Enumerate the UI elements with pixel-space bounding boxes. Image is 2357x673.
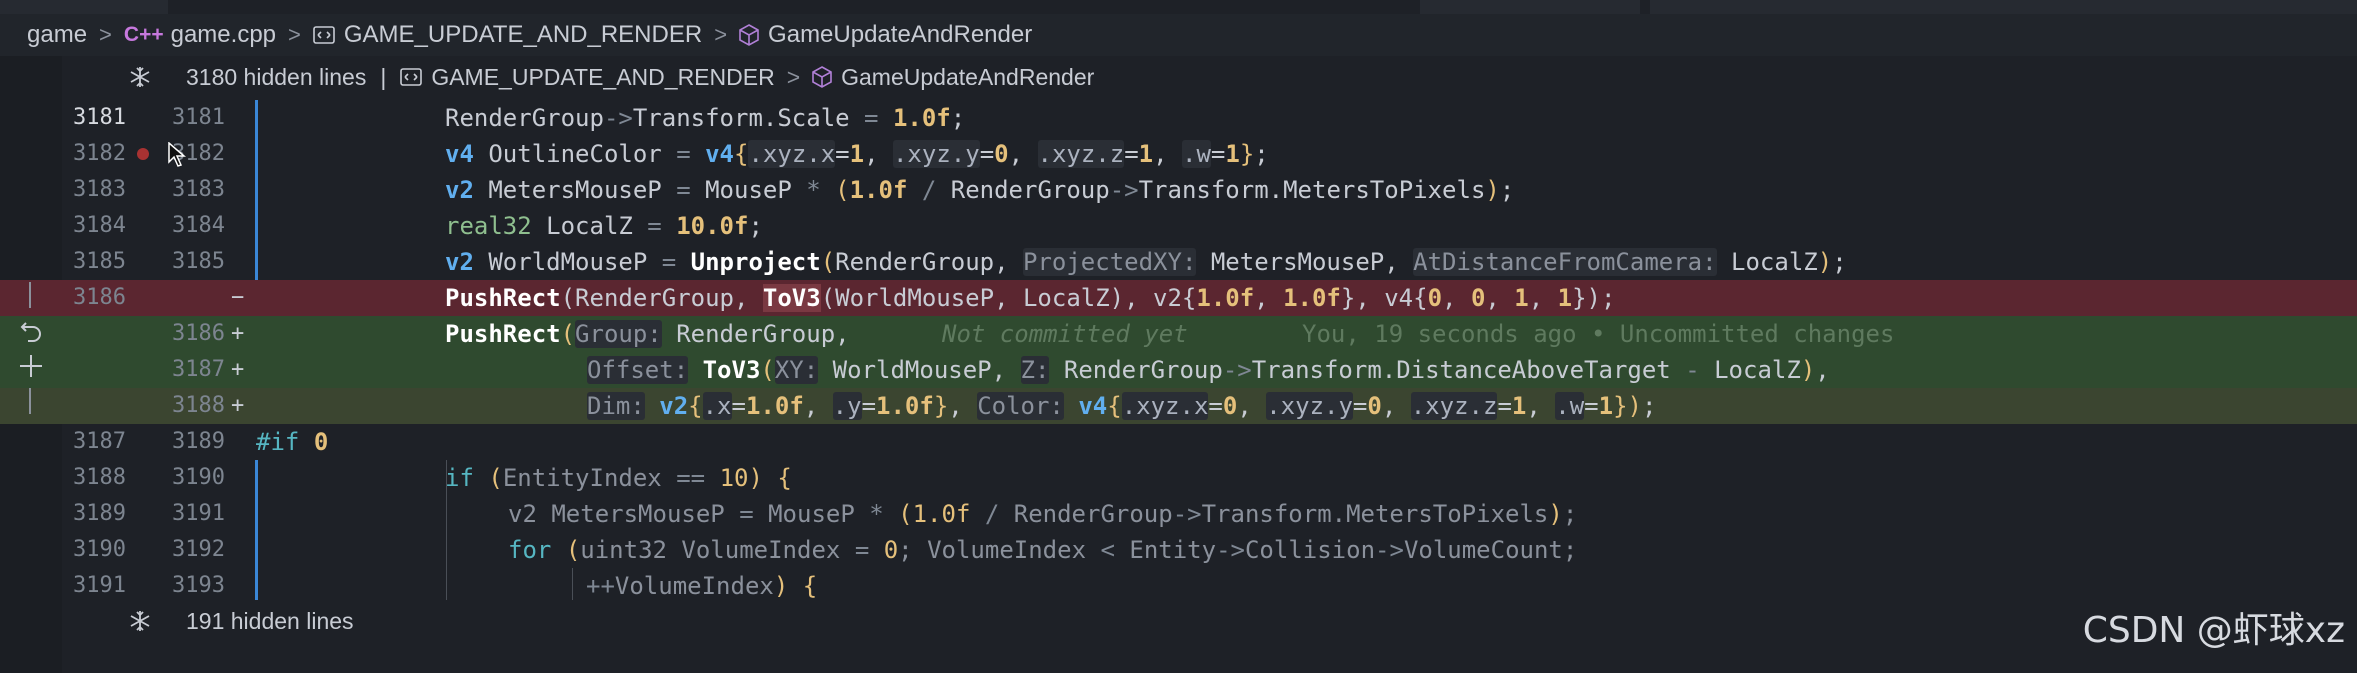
diff-marker: + bbox=[231, 357, 245, 382]
stage-icon[interactable] bbox=[17, 352, 45, 380]
code-line[interactable]: 3185 3185 v2 WorldMouseP = Unproject(Ren… bbox=[0, 244, 2357, 280]
code-line[interactable]: 3181 3181 RenderGroup->Transform.Scale =… bbox=[0, 100, 2357, 136]
breadcrumb-folder[interactable]: game bbox=[27, 21, 87, 49]
chevron-right-icon: > bbox=[786, 63, 801, 90]
line-number-modified: 3186 bbox=[172, 321, 225, 346]
hidden-crumb-function[interactable]: GameUpdateAndRender bbox=[841, 64, 1094, 91]
watermark: CSDN @虾球xz bbox=[2082, 610, 2345, 651]
tab-bar-remnant bbox=[0, 0, 2357, 14]
hidden-lines-top[interactable]: 3180 hidden lines | GAME_UPDATE_AND_REND… bbox=[128, 57, 1094, 97]
revert-icon[interactable] bbox=[18, 318, 44, 344]
line-number-modified: 3188 bbox=[172, 393, 225, 418]
code-line-added[interactable]: 3188 + Dim: v2{.x=1.0f, .y=1.0f}, Color:… bbox=[0, 388, 2357, 424]
code-line[interactable]: 3189 3191 v2 MetersMouseP = MouseP * (1.… bbox=[0, 496, 2357, 532]
diff-marker: + bbox=[231, 321, 245, 346]
divider: | bbox=[380, 63, 387, 90]
code-line[interactable]: 3187 3189 #if 0 bbox=[0, 424, 2357, 460]
divider bbox=[29, 388, 31, 414]
fold-icon[interactable] bbox=[128, 609, 152, 633]
tab-edge[interactable] bbox=[0, 0, 168, 14]
line-number-original: 3182 bbox=[73, 141, 126, 166]
line-number-modified: 3187 bbox=[172, 357, 225, 382]
code-text: Dim: v2{.x=1.0f, .y=1.0f}, Color: v4{.xy… bbox=[587, 392, 1657, 420]
line-number-modified: 3185 bbox=[172, 249, 225, 274]
line-number-original: 3191 bbox=[73, 573, 126, 598]
line-number-original bbox=[62, 352, 126, 388]
chevron-right-icon: > bbox=[99, 22, 112, 47]
symbol-namespace-icon bbox=[400, 68, 423, 86]
line-number-original bbox=[62, 388, 126, 424]
code-text: ++VolumeIndex) { bbox=[586, 572, 818, 600]
chevron-right-icon: > bbox=[288, 22, 301, 47]
hidden-lines-count: 191 hidden lines bbox=[186, 607, 354, 634]
line-number-original: 3186 bbox=[73, 285, 126, 310]
line-number-modified: 3189 bbox=[172, 429, 225, 454]
method-icon bbox=[812, 66, 832, 88]
line-number-modified: 3193 bbox=[172, 573, 225, 598]
code-text: real32 LocalZ = 10.0f; bbox=[445, 212, 763, 240]
line-number-original: 3187 bbox=[73, 429, 126, 454]
code-text: #if 0 bbox=[256, 428, 329, 456]
line-number-original: 3185 bbox=[73, 249, 126, 274]
line-number-modified bbox=[140, 280, 225, 316]
fold-icon[interactable] bbox=[128, 65, 152, 89]
code-line[interactable]: 3188 3190 if (EntityIndex == 10) { bbox=[0, 460, 2357, 496]
code-line-added[interactable]: 3187 + Offset: ToV3(XY: WorldMouseP, Z: … bbox=[0, 352, 2357, 388]
code-text: Offset: ToV3(XY: WorldMouseP, Z: RenderG… bbox=[587, 356, 1830, 384]
code-line-deleted[interactable]: 3186 − PushRect(RenderGroup, ToV3(WorldM… bbox=[0, 280, 2357, 316]
code-text: v2 WorldMouseP = Unproject(RenderGroup, … bbox=[445, 248, 1847, 276]
line-number-original bbox=[62, 316, 126, 352]
mouse-cursor-icon bbox=[168, 142, 186, 167]
line-number-modified: 3181 bbox=[172, 105, 225, 130]
hidden-lines-bottom[interactable]: 191 hidden lines bbox=[128, 601, 354, 641]
line-number-original: 3184 bbox=[73, 213, 126, 238]
breadcrumb-file[interactable]: game.cpp bbox=[171, 21, 276, 49]
line-number-modified: 3184 bbox=[172, 213, 225, 238]
symbol-namespace-icon bbox=[313, 26, 335, 44]
code-line[interactable]: 3191 3193 ++VolumeIndex) { bbox=[0, 568, 2357, 604]
hidden-lines-count: 3180 hidden lines bbox=[186, 63, 367, 90]
method-icon bbox=[739, 24, 759, 46]
breadcrumb-macro[interactable]: GAME_UPDATE_AND_RENDER bbox=[344, 21, 702, 49]
hidden-crumb-macro[interactable]: GAME_UPDATE_AND_RENDER bbox=[431, 64, 774, 91]
code-text: v2 MetersMouseP = MouseP * (1.0f / Rende… bbox=[445, 176, 1515, 204]
blame-detail: You, 19 seconds ago • Uncommitted change… bbox=[1302, 320, 1895, 348]
line-number-original: 3183 bbox=[73, 177, 126, 202]
line-number-modified: 3191 bbox=[172, 501, 225, 526]
code-line[interactable]: 3182 3182 v4 OutlineColor = v4{.xyz.x=1,… bbox=[0, 136, 2357, 172]
blame-status: Not committed yet bbox=[942, 320, 1188, 348]
tab-edge[interactable] bbox=[1420, 0, 1640, 14]
code-text: v2 MetersMouseP = MouseP * (1.0f / Rende… bbox=[508, 500, 1578, 528]
line-number-original: 3189 bbox=[73, 501, 126, 526]
code-line-added[interactable]: 3186 + PushRect(Group: RenderGroup, Not … bbox=[0, 316, 2357, 352]
line-number-original: 3181 bbox=[73, 105, 126, 130]
code-line[interactable]: 3184 3184 real32 LocalZ = 10.0f; bbox=[0, 208, 2357, 244]
code-text: PushRect(RenderGroup, ToV3(WorldMouseP, … bbox=[445, 284, 1616, 312]
line-number-modified: 3192 bbox=[172, 537, 225, 562]
chevron-right-icon: > bbox=[714, 22, 728, 47]
breadcrumb: game > C++ game.cpp > GAME_UPDATE_AND_RE… bbox=[0, 14, 2357, 56]
divider bbox=[29, 282, 31, 308]
cpp-file-icon: C++ bbox=[123, 23, 164, 46]
tab-edge[interactable] bbox=[1650, 0, 2357, 14]
line-number-modified: 3190 bbox=[172, 465, 225, 490]
diff-marker: + bbox=[231, 393, 245, 418]
code-text: if (EntityIndex == 10) { bbox=[445, 464, 792, 492]
code-text: for (uint32 VolumeIndex = 0; VolumeIndex… bbox=[508, 536, 1578, 564]
code-line[interactable]: 3183 3183 v2 MetersMouseP = MouseP * (1.… bbox=[0, 172, 2357, 208]
code-text: v4 OutlineColor = v4{.xyz.x=1, .xyz.y=0,… bbox=[445, 140, 1269, 168]
breadcrumb-function[interactable]: GameUpdateAndRender bbox=[768, 21, 1032, 49]
code-text: RenderGroup->Transform.Scale = 1.0f; bbox=[445, 104, 966, 132]
code-line[interactable]: 3190 3192 for (uint32 VolumeIndex = 0; V… bbox=[0, 532, 2357, 568]
code-text: PushRect(Group: RenderGroup, bbox=[445, 320, 850, 348]
line-number-original: 3190 bbox=[73, 537, 126, 562]
line-number-modified: 3183 bbox=[172, 177, 225, 202]
line-number-original: 3188 bbox=[73, 465, 126, 490]
diff-marker: − bbox=[231, 285, 245, 310]
